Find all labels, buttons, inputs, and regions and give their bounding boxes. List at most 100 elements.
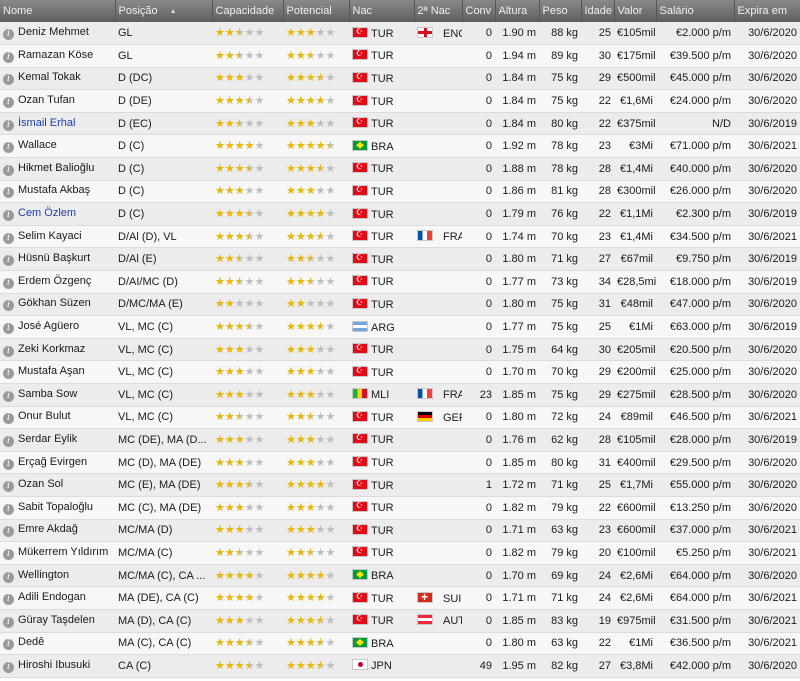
- player-name-cell[interactable]: i Mustafa Aşan: [0, 360, 115, 384]
- info-icon[interactable]: i: [3, 413, 14, 425]
- info-icon[interactable]: i: [3, 51, 14, 63]
- player-row[interactable]: iOnur BulutVL, MC (C)★★★★★★★★★★★★★★★★★★★…: [0, 406, 800, 430]
- player-name-cell[interactable]: i Wellington: [0, 564, 115, 588]
- player-name[interactable]: Adili Endogan: [18, 591, 86, 603]
- player-name-cell[interactable]: i Cem Özlem: [0, 202, 115, 226]
- player-row[interactable]: iHiroshi IbusukiCA (C)★★★★★★★★★★★★★★★★★★…: [0, 654, 800, 678]
- player-name[interactable]: Mustafa Akbaş: [18, 184, 90, 196]
- player-name-cell[interactable]: i Ozan Sol: [0, 473, 115, 497]
- info-icon[interactable]: i: [3, 368, 14, 380]
- column-header-nationality[interactable]: Nac: [349, 0, 415, 22]
- player-name-cell[interactable]: i Wallace: [0, 134, 115, 159]
- info-icon[interactable]: i: [3, 390, 14, 402]
- player-name[interactable]: Ozan Tufan: [18, 94, 75, 106]
- info-icon[interactable]: i: [3, 210, 14, 222]
- player-row[interactable]: iHüsnü BaşkurtD/Al (E)★★★★★★★★★★★★★★★★★★…: [0, 247, 800, 272]
- player-row[interactable]: iWallaceD (C)★★★★★★★★★★★★★★★★★★★★BRA01.9…: [0, 134, 800, 159]
- info-icon[interactable]: i: [3, 435, 14, 447]
- player-name-cell[interactable]: i Ozan Tufan: [0, 89, 115, 113]
- column-header-expires[interactable]: Expira em: [734, 0, 800, 22]
- player-name[interactable]: Selim Kayaci: [18, 230, 82, 242]
- player-row[interactable]: iGökhan SüzenD/MC/MA (E)★★★★★★★★★★★★★★★★…: [0, 293, 800, 317]
- player-row[interactable]: i Wellington MC/MA (C), CA ... ★★★★★ ★★★★ ★★★…: [0, 564, 800, 588]
- info-icon[interactable]: i: [3, 616, 14, 628]
- player-row[interactable]: iİsmail ErhalD (EC)★★★★★★★★★★★★★★★★★★★★T…: [0, 112, 800, 136]
- player-row[interactable]: i Mükerrem Yıldırım MC/MA (C) ★★★★★ ★★ ★★★★★ ★…: [0, 541, 800, 565]
- info-icon[interactable]: i: [3, 187, 14, 199]
- player-name[interactable]: Kemal Tokak: [18, 71, 81, 83]
- player-name-cell[interactable]: i Mustafa Akbaş: [0, 180, 115, 204]
- player-name-cell[interactable]: i Emre Akdağ: [0, 519, 115, 543]
- player-row[interactable]: i Erçağ Evirgen MC (D), MA (DE) ★★★★★ ★★★ ★★★…: [0, 451, 800, 475]
- player-name[interactable]: Mükerrem Yıldırım: [18, 546, 108, 558]
- player-name-cell[interactable]: i Onur Bulut: [0, 406, 115, 430]
- info-icon[interactable]: i: [3, 548, 14, 560]
- player-row[interactable]: iKemal TokakD (DC)★★★★★★★★★★★★★★★★★★★★TU…: [0, 67, 800, 91]
- player-row[interactable]: iErdem ÖzgençD/AI/MC (D)★★★★★★★★★★★★★★★★…: [0, 270, 800, 294]
- player-name[interactable]: Wallace: [18, 139, 57, 151]
- column-header-second-nationality[interactable]: 2ª Nac: [414, 0, 463, 22]
- player-name-cell[interactable]: i Samba Sow: [0, 383, 115, 407]
- column-header-age[interactable]: Idade: [581, 0, 615, 22]
- player-name-cell[interactable]: i Erçağ Evirgen: [0, 451, 115, 475]
- player-row[interactable]: iSamba SowVL, MC (C)★★★★★★★★★★★★★★★★★★★★…: [0, 383, 800, 407]
- info-icon[interactable]: i: [3, 232, 14, 244]
- player-name-cell[interactable]: i Güray Taşdelen: [0, 609, 115, 633]
- player-row[interactable]: i Selim Kayaci D/Al (D), VL ★★★★★ ★★★ ★★★★★ ★★…: [0, 225, 800, 249]
- player-name-cell[interactable]: i Selim Kayaci: [0, 225, 115, 249]
- info-icon[interactable]: i: [3, 277, 14, 289]
- info-icon[interactable]: i: [3, 119, 14, 131]
- player-name[interactable]: Sabit Topaloğlu: [18, 501, 93, 513]
- player-row[interactable]: iRamazan KöseGL★★★★★★★★★★★★★★★★★★★★TUR01…: [0, 44, 800, 68]
- player-row[interactable]: i Serdar Eylik MC (DE), MA (D... ★★★★★ ★★★ ★★…: [0, 428, 800, 452]
- player-name-cell[interactable]: i Sabit Topaloğlu: [0, 496, 115, 520]
- player-name[interactable]: Zeki Korkmaz: [18, 343, 85, 355]
- player-name[interactable]: Wellington: [18, 569, 69, 581]
- column-header-wage[interactable]: Salário: [656, 0, 735, 22]
- player-row[interactable]: iHikmet BalioğluD (C)★★★★★★★★★★★★★★★★★★★…: [0, 157, 800, 181]
- player-name[interactable]: Serdar Eylik: [18, 433, 77, 445]
- player-name[interactable]: Gökhan Süzen: [18, 297, 91, 309]
- info-icon[interactable]: i: [3, 300, 14, 312]
- player-name-cell[interactable]: i Dedê: [0, 632, 115, 656]
- player-name-cell[interactable]: i Hikmet Balioğlu: [0, 157, 115, 181]
- player-name[interactable]: Cem Özlem: [18, 207, 76, 219]
- player-name[interactable]: Ramazan Köse: [18, 49, 93, 61]
- player-name[interactable]: Onur Bulut: [18, 410, 71, 422]
- player-name[interactable]: Erçağ Evirgen: [18, 456, 87, 468]
- player-name[interactable]: Mustafa Aşan: [18, 365, 85, 377]
- info-icon[interactable]: i: [3, 481, 14, 493]
- column-header-value[interactable]: Valor: [614, 0, 657, 22]
- player-row[interactable]: iOzan TufanD (DE)★★★★★★★★★★★★★★★★★★★★TUR…: [0, 89, 800, 113]
- player-row[interactable]: iMustafa AşanVL, MC (C)★★★★★★★★★★★★★★★★★…: [0, 360, 800, 384]
- player-name-cell[interactable]: i Hüsnü Başkurt: [0, 247, 115, 272]
- player-name-cell[interactable]: i Gökhan Süzen: [0, 293, 115, 317]
- player-name-cell[interactable]: i Serdar Eylik: [0, 428, 115, 452]
- player-name-cell[interactable]: i Erdem Özgenç: [0, 270, 115, 294]
- column-header-name[interactable]: Nome: [0, 0, 116, 22]
- player-name[interactable]: Emre Akdağ: [18, 523, 78, 535]
- player-row[interactable]: iCem ÖzlemD (C)★★★★★★★★★★★★★★★★★★★★TUR01…: [0, 202, 800, 226]
- player-name[interactable]: Hiroshi Ibusuki: [18, 659, 90, 671]
- info-icon[interactable]: i: [3, 74, 14, 86]
- column-header-weight[interactable]: Peso: [539, 0, 582, 22]
- info-icon[interactable]: i: [3, 526, 14, 538]
- column-header-height[interactable]: Altura: [495, 0, 540, 22]
- player-name-cell[interactable]: i Zeki Korkmaz: [0, 338, 115, 362]
- player-name-cell[interactable]: i İsmail Erhal: [0, 112, 115, 136]
- player-name-cell[interactable]: i Hiroshi Ibusuki: [0, 654, 115, 678]
- info-icon[interactable]: i: [3, 458, 14, 470]
- player-name[interactable]: Ozan Sol: [18, 478, 63, 490]
- player-name-cell[interactable]: i Ramazan Köse: [0, 44, 115, 68]
- column-header-ability[interactable]: Capacidade: [212, 0, 284, 22]
- player-name-cell[interactable]: i José Agüero: [0, 315, 115, 339]
- player-name[interactable]: Hikmet Balioğlu: [18, 162, 94, 174]
- player-name-cell[interactable]: i Kemal Tokak: [0, 67, 115, 91]
- info-icon[interactable]: i: [3, 255, 14, 267]
- column-header-caps[interactable]: Conv: [462, 0, 496, 22]
- player-row[interactable]: i Ozan Sol MC (E), MA (DE) ★★★★★ ★★★ ★★★★★ ★★★…: [0, 473, 800, 497]
- player-name[interactable]: José Agüero: [18, 320, 79, 332]
- player-row[interactable]: i Adili Endogan MA (DE), CA (C) ★★★★★ ★★★★ ★★…: [0, 586, 800, 610]
- player-row[interactable]: i Güray Taşdelen MA (D), CA (C) ★★★★★ ★★★ ★★★…: [0, 609, 800, 633]
- info-icon[interactable]: i: [3, 503, 14, 515]
